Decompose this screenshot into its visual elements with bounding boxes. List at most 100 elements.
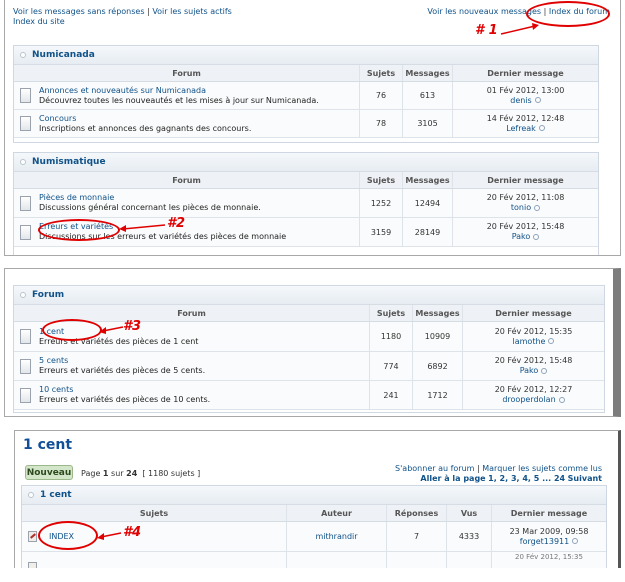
page-title: 1 cent xyxy=(23,437,73,453)
forum-link[interactable]: Concours xyxy=(39,114,251,124)
collapse-icon[interactable] xyxy=(20,52,26,58)
table-header: Forum Sujets Messages Dernier message xyxy=(14,305,604,322)
forum-desc: Erreurs et variétés des pièces de 10 cen… xyxy=(39,395,211,404)
col-reponses: Réponses xyxy=(386,505,446,521)
link-new-posts[interactable]: Voir les nouveaux messages xyxy=(427,7,541,16)
forum-desc: Discussions général concernant les pièce… xyxy=(39,203,261,212)
annotation-arrow-2 xyxy=(119,224,166,232)
post-count: 1712 xyxy=(412,381,462,409)
post-count: 10909 xyxy=(412,322,462,351)
top-nav-left: Voir les messages sans réponses | Voir l… xyxy=(13,7,232,27)
subscribe-link[interactable]: S'abonner au forum xyxy=(395,464,474,473)
forum-link[interactable]: 10 cents xyxy=(39,385,210,395)
forum-desc: Inscriptions et annonces des gagnants de… xyxy=(39,123,252,133)
post-count: 613 xyxy=(402,82,452,109)
col-sujets: Sujets xyxy=(139,508,169,518)
category-numicanada: Numicanada Forum Sujets Messages Dernier… xyxy=(13,45,599,143)
goto-last-post-icon[interactable] xyxy=(538,125,545,131)
next-page-link[interactable]: Suivant xyxy=(568,474,602,483)
forum-row: 10 cents Erreurs et variétés des pièces d… xyxy=(14,381,604,410)
forum-read-icon xyxy=(20,387,31,403)
last-post-date: 14 Fév 2012, 12:48 xyxy=(486,113,565,123)
annotation-label-4: #4 xyxy=(123,525,142,540)
last-post-user[interactable]: drooperdolan xyxy=(502,395,555,404)
topic-count: 78 xyxy=(359,110,402,137)
topic-count: 1180 xyxy=(369,322,412,351)
annotation-arrow-3 xyxy=(99,326,124,334)
forum-link[interactable]: 5 cents xyxy=(39,356,205,366)
topic-box-title: 1 cent xyxy=(22,486,606,505)
col-sujets: Sujets xyxy=(369,305,412,321)
post-count: 12494 xyxy=(402,189,452,217)
link-active-topics[interactable]: Voir les sujets actifs xyxy=(152,7,232,16)
col-messages: Messages xyxy=(402,172,452,188)
last-post-user[interactable]: Pako xyxy=(512,232,531,241)
collapse-icon[interactable] xyxy=(28,492,34,498)
table-header: Forum Sujets Messages Dernier message xyxy=(14,172,598,189)
view-count: 4333 xyxy=(446,522,491,551)
goto-last-post-icon[interactable] xyxy=(558,396,565,403)
col-last-post: Dernier message xyxy=(462,305,604,321)
annotation-ellipse-2 xyxy=(38,219,120,241)
new-topic-button[interactable]: Nouveau xyxy=(25,465,73,480)
last-post-user[interactable]: forget13911 xyxy=(520,537,569,546)
reply-count: 7 xyxy=(386,522,446,551)
topic-count: 76 xyxy=(359,82,402,109)
goto-page-prefix: Aller à la page xyxy=(420,474,486,483)
col-last-post: Dernier message xyxy=(452,65,598,81)
last-post-date: 20 Fév 2012, 15:48 xyxy=(494,356,573,365)
forum-row: Concours Inscriptions et annonces des gag… xyxy=(14,110,598,138)
col-messages: Messages xyxy=(402,65,452,81)
col-sujets: Sujets xyxy=(359,172,402,188)
annotation-ellipse-4 xyxy=(38,521,98,550)
post-count: 3105 xyxy=(402,110,452,137)
col-forum: Forum xyxy=(172,68,201,78)
last-post-user[interactable]: lamothe xyxy=(513,337,546,346)
topic-count: 3159 xyxy=(359,218,402,246)
goto-last-post-icon[interactable] xyxy=(534,204,541,211)
nav-separator: | xyxy=(147,7,150,16)
last-post-user[interactable]: Pako xyxy=(520,366,539,375)
pagination-info: Page 1 sur 24 [ 1180 sujets ] xyxy=(81,469,201,478)
annotation-ellipse-3 xyxy=(42,319,102,341)
annotation-label-2: #2 xyxy=(167,216,186,231)
category-title: Forum xyxy=(14,286,604,305)
collapse-icon[interactable] xyxy=(20,292,26,298)
table-header: Sujets Auteur Réponses Vus Dernier messa… xyxy=(22,505,606,522)
col-last-post: Dernier message xyxy=(491,505,606,521)
category-title: Numicanada xyxy=(14,46,598,65)
last-post-user[interactable]: denis xyxy=(510,96,531,105)
forum-link[interactable]: Annonces et nouveautés sur Numicanada xyxy=(39,86,319,96)
forum-desc: Découvrez toutes les nouveautés et les m… xyxy=(39,95,319,105)
table-header: Forum Sujets Messages Dernier message xyxy=(14,65,598,82)
forum-link[interactable]: Pièces de monnaie xyxy=(39,193,261,203)
topic-author[interactable]: mithrandir xyxy=(286,522,386,551)
goto-last-post-icon[interactable] xyxy=(541,367,548,374)
col-sujets: Sujets xyxy=(359,65,402,81)
forum-actions: S'abonner au forum | Marquer les sujets … xyxy=(395,464,602,483)
topic-row-partial: 20 Fév 2012, 15:35 xyxy=(22,552,606,568)
forum-desc: Erreurs et variétés des pièces de 5 cent… xyxy=(39,366,206,375)
goto-last-post-icon[interactable] xyxy=(572,538,579,544)
last-post-date: 20 Fév 2012, 15:35 xyxy=(494,326,573,336)
collapse-icon[interactable] xyxy=(20,159,26,165)
forum-read-icon xyxy=(20,88,31,103)
goto-last-post-icon[interactable] xyxy=(533,233,540,240)
last-post-user[interactable]: Lefreak xyxy=(506,124,536,133)
last-post-user[interactable]: tonio xyxy=(511,203,531,212)
last-post-date: 20 Fév 2012, 15:48 xyxy=(486,222,565,231)
col-vus: Vus xyxy=(446,505,491,521)
goto-last-post-icon[interactable] xyxy=(548,338,555,344)
mark-read-link[interactable]: Marquer les sujets comme lus xyxy=(482,464,602,473)
forum-row: Pièces de monnaie Discussions général con… xyxy=(14,189,598,218)
forum-row: Annonces et nouveautés sur Numicanada Déc… xyxy=(14,82,598,110)
screenshot-panel-forum-index: Voir les messages sans réponses | Voir l… xyxy=(4,0,621,256)
page-number-links[interactable]: 1, 2, 3, 4, 5 ... 24 xyxy=(488,474,565,483)
link-unanswered[interactable]: Voir les messages sans réponses xyxy=(13,7,145,16)
sticky-topic-icon xyxy=(28,531,37,542)
goto-last-post-icon[interactable] xyxy=(534,97,541,103)
last-post-date: 01 Fév 2012, 13:00 xyxy=(486,85,565,95)
link-site-index[interactable]: Index du site xyxy=(13,17,65,26)
col-messages: Messages xyxy=(412,305,462,321)
last-post-date: 20 Fév 2012, 15:35 xyxy=(491,552,606,568)
